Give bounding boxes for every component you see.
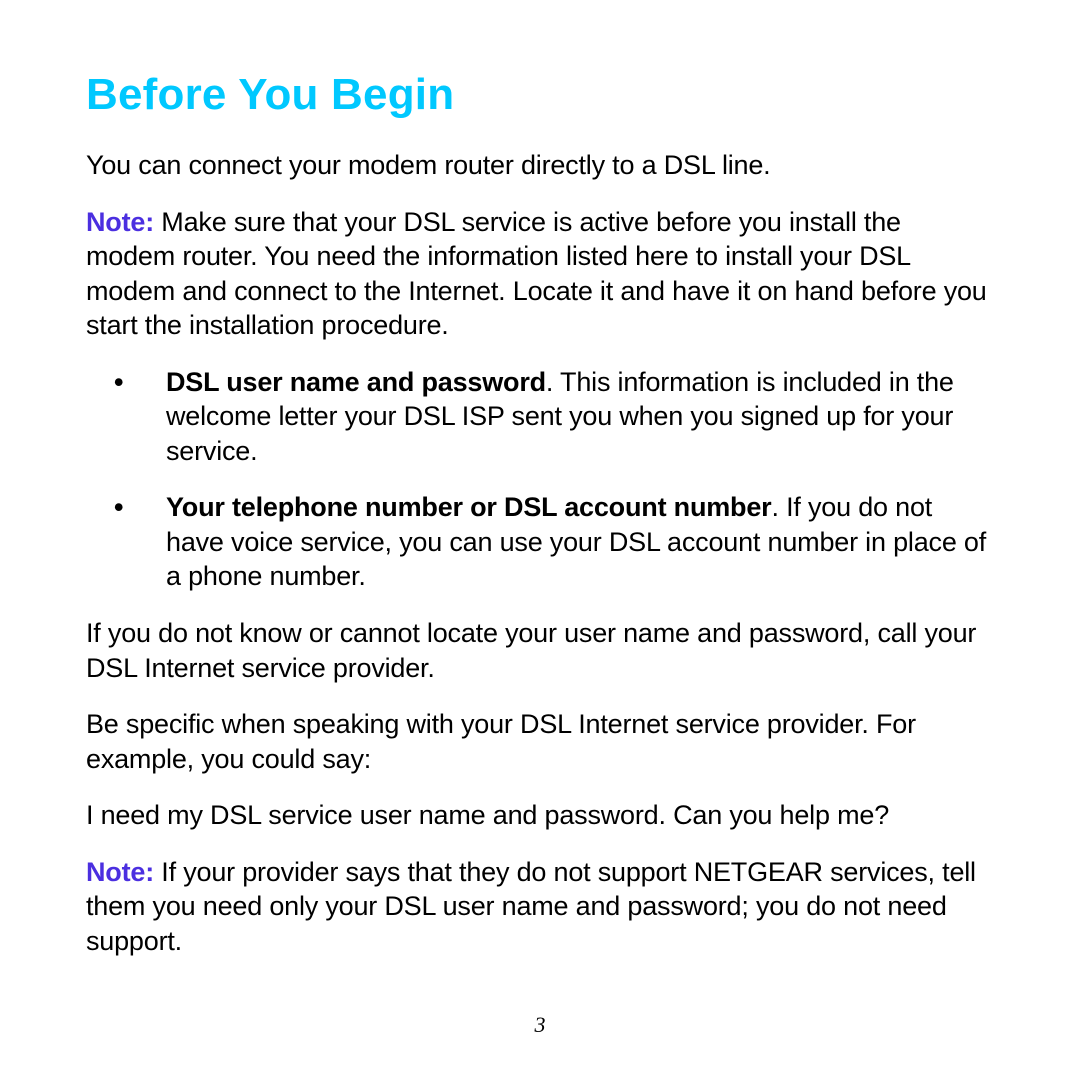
- example-paragraph: I need my DSL service user name and pass…: [86, 798, 994, 833]
- document-page: Before You Begin You can connect your mo…: [0, 0, 1080, 1080]
- page-number: 3: [0, 1012, 1080, 1038]
- note-paragraph-2: Note: If your provider says that they do…: [86, 855, 994, 959]
- note-text: Make sure that your DSL service is activ…: [86, 207, 987, 341]
- note-text: If your provider says that they do not s…: [86, 857, 976, 956]
- locate-paragraph: If you do not know or cannot locate your…: [86, 616, 994, 685]
- note-label: Note:: [86, 207, 154, 237]
- note-paragraph-1: Note: Make sure that your DSL service is…: [86, 205, 994, 343]
- intro-paragraph: You can connect your modem router direct…: [86, 148, 994, 183]
- list-item-bold: DSL user name and password: [166, 367, 546, 397]
- specific-paragraph: Be specific when speaking with your DSL …: [86, 707, 994, 776]
- list-item: DSL user name and password. This informa…: [86, 365, 994, 469]
- requirements-list: DSL user name and password. This informa…: [86, 365, 994, 594]
- note-label: Note:: [86, 857, 154, 887]
- page-title: Before You Begin: [86, 70, 994, 120]
- list-item: Your telephone number or DSL account num…: [86, 490, 994, 594]
- list-item-bold: Your telephone number or DSL account num…: [166, 492, 771, 522]
